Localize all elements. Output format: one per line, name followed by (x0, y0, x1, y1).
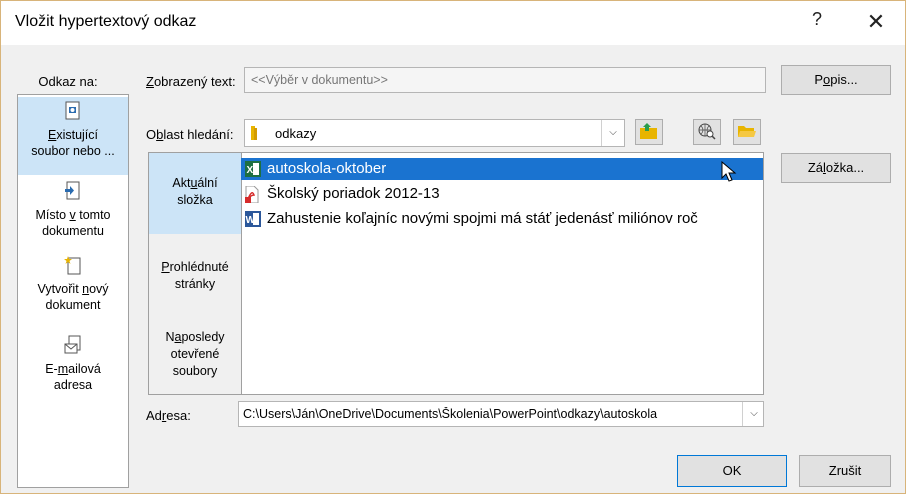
link-email-label-u: m (57, 362, 69, 376)
tab-recent-line2: otevřené (170, 347, 220, 361)
screentip-label-rest: pis... (830, 72, 858, 87)
tab-current-rest: ální (197, 176, 218, 190)
tab-current-line2: složka (177, 193, 213, 207)
svg-text:X: X (247, 165, 254, 176)
link-place-in-document[interactable]: Místo v tomto dokumentu (18, 177, 128, 247)
tab-current-pre: Akt (172, 176, 191, 190)
file-name: Zahustenie koľajníc novými spojmi má stá… (267, 210, 698, 227)
existing-file-icon (18, 101, 128, 125)
address-value: C:\Users\Ján\OneDrive\Documents\Školenia… (243, 407, 658, 421)
title-bar: Vložit hypertextový odkaz ? ✕ (1, 1, 905, 45)
display-text-label: Zobrazený text: (146, 74, 236, 89)
link-to-panel: Existující soubor nebo ... Místo v tomto… (17, 94, 129, 488)
link-email-label-rest: ailová (68, 362, 101, 376)
screentip-button[interactable]: Popis... (781, 65, 891, 95)
link-place-label2: dokumentu (42, 224, 104, 238)
look-in-select[interactable]: odkazy ⌵ (244, 119, 625, 147)
help-button[interactable]: ? (807, 9, 827, 30)
browse-web-button[interactable] (693, 119, 721, 145)
tab-browsed-pages[interactable]: Prohlédnuté stránky (149, 235, 241, 313)
browse-file-button[interactable] (733, 119, 761, 145)
link-new-label-pre: Vytvořit (37, 282, 83, 296)
link-email-label1: E- (45, 362, 58, 376)
word-icon: W (245, 211, 261, 231)
file-row[interactable]: Školský poriadok 2012-13 (241, 183, 763, 205)
address-label-rest: esa: (166, 408, 191, 423)
file-name: autoskola-oktober (267, 160, 387, 177)
link-place-label-rest: tomto (75, 208, 111, 222)
new-document-icon (18, 255, 128, 279)
link-new-document[interactable]: Vytvořit nový dokument (18, 251, 128, 325)
excel-icon: X (245, 161, 261, 181)
tab-browsed-line2: stránky (174, 277, 216, 291)
look-in-label-pre: O (146, 127, 157, 142)
link-existing-label: xistující (56, 128, 99, 142)
browse-tabs: Aktuální složka Prohlédnuté stránky Napo… (149, 153, 242, 394)
link-new-label2: dokument (45, 298, 101, 312)
ok-button[interactable]: OK (677, 455, 787, 487)
link-email-label2: adresa (53, 378, 93, 392)
link-existing-label2: soubor nebo ... (31, 144, 115, 158)
bookmark-button[interactable]: Záložka... (781, 153, 891, 183)
up-folder-button[interactable] (635, 119, 663, 145)
bookmark-label-rest: ožka... (825, 160, 865, 175)
up-folder-icon (639, 122, 659, 143)
display-text-label-u: Z (146, 74, 154, 89)
browse-area: Aktuální složka Prohlédnuté stránky Napo… (148, 152, 764, 395)
display-text-field[interactable]: <<Výběr v dokumentu>> (244, 67, 766, 93)
address-label-pre: Ad (146, 408, 162, 423)
email-address-icon (18, 335, 128, 359)
insert-hyperlink-dialog: Vložit hypertextový odkaz ? ✕ Odkaz na: … (0, 0, 906, 494)
look-in-label: Oblast hledání: (146, 127, 233, 142)
link-new-label-rest: ový (89, 282, 109, 296)
link-to-label: Odkaz na: (38, 74, 98, 89)
tab-browsed-rest: rohlédnuté (169, 260, 229, 274)
link-existing-file[interactable]: Existující soubor nebo ... (18, 97, 128, 175)
tab-recent-rest: posledy (181, 330, 225, 344)
cancel-button[interactable]: Zrušit (799, 455, 891, 487)
link-place-label-pre: Místo (35, 208, 70, 222)
bookmark-label-pre: Zá (807, 160, 823, 175)
file-list[interactable]: X autoskola-oktober Školský poriadok 201… (241, 153, 763, 394)
tab-recent-line3: soubory (172, 364, 218, 378)
dialog-title: Vložit hypertextový odkaz (15, 13, 197, 30)
tab-recent-files[interactable]: Naposledy otevřené soubory (149, 315, 241, 394)
display-text-value: <<Výběr v dokumentu>> (251, 73, 388, 87)
svg-text:W: W (246, 215, 256, 226)
file-name: Školský poriadok 2012-13 (267, 185, 440, 202)
address-input[interactable]: C:\Users\Ján\OneDrive\Documents\Školenia… (238, 401, 764, 427)
chevron-down-icon[interactable]: ⌵ (601, 120, 624, 146)
display-text-label-rest: obrazený text: (153, 74, 236, 89)
address-label: Adresa: (146, 408, 191, 423)
file-row[interactable]: X autoskola-oktober (241, 158, 763, 182)
folder-icon (251, 125, 265, 144)
link-email-address[interactable]: E-mailová adresa (18, 331, 128, 401)
chevron-down-icon[interactable]: ⌵ (742, 402, 763, 426)
place-in-document-icon (18, 181, 128, 205)
look-in-value: odkazy (275, 126, 317, 141)
tab-browsed-u: P (161, 260, 170, 274)
tab-current-folder[interactable]: Aktuální složka (149, 153, 241, 234)
look-in-label-rest: last hledání: (163, 127, 234, 142)
screentip-label-pre: P (814, 72, 823, 87)
pdf-icon (245, 185, 259, 207)
open-folder-icon (737, 122, 757, 143)
file-row[interactable]: W Zahustenie koľajníc novými spojmi má s… (241, 208, 763, 230)
close-button[interactable]: ✕ (861, 9, 891, 35)
globe-search-icon (697, 122, 717, 143)
